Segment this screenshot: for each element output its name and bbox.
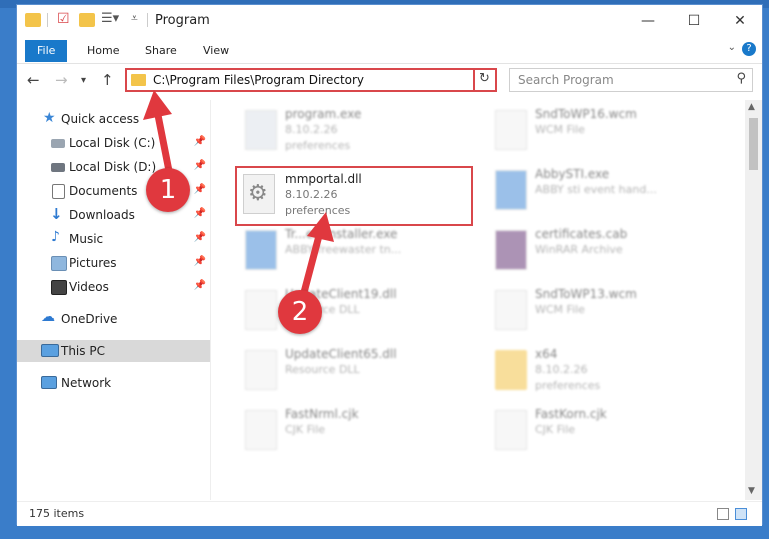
callout-badge-1: 1 — [146, 168, 190, 212]
annotation-arrows — [143, 90, 334, 304]
arrow-2-head — [307, 212, 334, 242]
arrow-1-head — [143, 90, 172, 120]
callout-badge-2: 2 — [278, 290, 322, 334]
arrow-1-shaft — [153, 106, 174, 180]
